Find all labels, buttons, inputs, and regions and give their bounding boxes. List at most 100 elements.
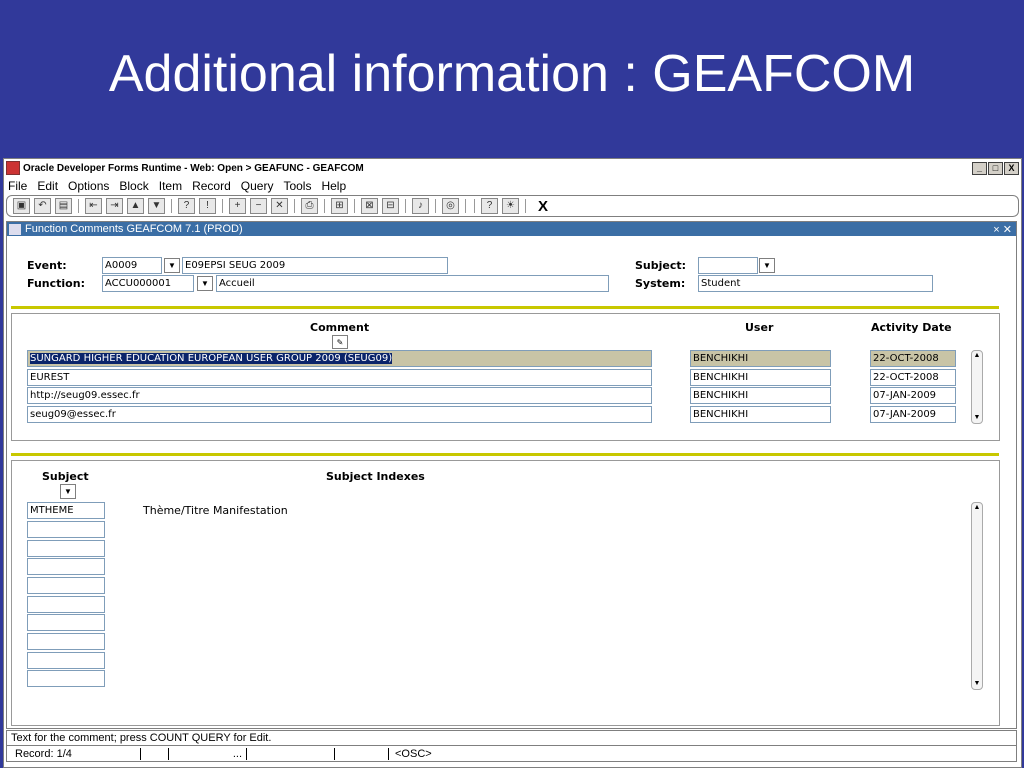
save-icon[interactable]: ▣ <box>13 198 30 214</box>
menu-block[interactable]: Block <box>119 179 148 193</box>
subject-lov-icon[interactable]: ▼ <box>60 484 76 499</box>
event-lov-icon[interactable]: ▼ <box>164 258 180 273</box>
subjects-scrollbar[interactable]: ▲ ▼ <box>971 502 983 690</box>
system-field[interactable]: Student <box>698 275 933 292</box>
subject-field[interactable] <box>698 257 758 274</box>
form-icon <box>9 223 21 235</box>
comment-field[interactable]: SUNGARD HIGHER EDUCATION EUROPEAN USER G… <box>27 350 652 367</box>
comment-field[interactable]: EUREST <box>27 369 652 386</box>
scroll-up-icon[interactable]: ▲ <box>972 351 982 361</box>
section-divider <box>11 306 999 309</box>
scroll-down-icon[interactable]: ▼ <box>972 413 982 423</box>
globe-icon[interactable]: ◎ <box>442 198 459 214</box>
oracle-app-icon <box>6 161 20 175</box>
comments-block: Comment ✎ User Activity Date SUNGARD HIG… <box>11 313 1000 441</box>
subject-code-field[interactable] <box>27 558 105 575</box>
subject-label: Subject: <box>635 259 687 272</box>
form-titlebar: Function Comments GEAFCOM 7.1 (PROD) × ✕ <box>7 222 1016 236</box>
subject-lov-icon[interactable]: ▼ <box>759 258 775 273</box>
document-icon[interactable]: ⊟ <box>382 198 399 214</box>
function-lov-icon[interactable]: ▼ <box>197 276 213 291</box>
execute-query-icon[interactable]: ! <box>199 198 216 214</box>
activity-date-field[interactable]: 07-JAN-2009 <box>870 406 956 423</box>
menu-query[interactable]: Query <box>241 179 274 193</box>
next-block-icon[interactable]: ⇥ <box>106 198 123 214</box>
exit-x-icon[interactable]: X <box>538 198 548 215</box>
comment-field[interactable]: seug09@essec.fr <box>27 406 652 423</box>
status-hint-text: Text for the comment; press COUNT QUERY … <box>11 732 272 744</box>
maximize-button[interactable]: □ <box>988 161 1003 175</box>
menu-record[interactable]: Record <box>192 179 231 193</box>
menu-tools[interactable]: Tools <box>283 179 311 193</box>
sound-icon[interactable]: ♪ <box>412 198 429 214</box>
menu-help[interactable]: Help <box>321 179 346 193</box>
user-header: User <box>745 321 774 334</box>
activity-date-header: Activity Date <box>871 321 952 334</box>
menubar: File Edit Options Block Item Record Quer… <box>4 177 1021 195</box>
system-label: System: <box>635 277 686 290</box>
event-label: Event: <box>27 259 67 272</box>
enter-query-icon[interactable]: ? <box>178 198 195 214</box>
subject-code-field[interactable]: MTHEME <box>27 502 105 519</box>
function-code-field[interactable]: ACCU000001 <box>102 275 194 292</box>
lightbulb-icon[interactable]: ☀ <box>502 198 519 214</box>
form-title: Function Comments GEAFCOM 7.1 (PROD) <box>25 223 243 235</box>
help-icon[interactable]: ? <box>481 198 498 214</box>
rollback-icon[interactable]: ↶ <box>34 198 51 214</box>
activity-date-field[interactable]: 07-JAN-2009 <box>870 387 956 404</box>
close-button[interactable]: X <box>1004 161 1019 175</box>
scroll-up-icon[interactable]: ▲ <box>972 503 982 513</box>
comment-header: Comment <box>310 321 370 334</box>
event-description-field[interactable]: E09EPSI SEUG 2009 <box>182 257 448 274</box>
activity-date-field[interactable]: 22-OCT-2008 <box>870 369 956 386</box>
delete-record-icon[interactable]: ✕ <box>271 198 288 214</box>
subject-code-field[interactable] <box>27 540 105 557</box>
status-bar: Text for the comment; press COUNT QUERY … <box>6 730 1017 764</box>
attachment-icon[interactable]: ⊠ <box>361 198 378 214</box>
function-description-field[interactable]: Accueil <box>216 275 609 292</box>
minimize-button[interactable]: _ <box>972 161 987 175</box>
menu-item[interactable]: Item <box>159 179 182 193</box>
user-field[interactable]: BENCHIKHI <box>690 369 831 386</box>
previous-record-icon[interactable]: ▲ <box>127 198 144 214</box>
subject-index-text: Thème/Titre Manifestation <box>143 504 288 517</box>
status-ellipsis: ... <box>169 747 247 760</box>
menu-edit[interactable]: Edit <box>37 179 58 193</box>
remove-record-icon[interactable]: − <box>250 198 267 214</box>
form-close-icon[interactable]: × ✕ <box>993 223 1012 236</box>
function-comments-form: Function Comments GEAFCOM 7.1 (PROD) × ✕… <box>6 221 1017 729</box>
scroll-down-icon[interactable]: ▼ <box>972 679 982 689</box>
event-code-field[interactable]: A0009 <box>102 257 162 274</box>
comments-scrollbar[interactable]: ▲ ▼ <box>971 350 983 424</box>
comment-field[interactable]: http://seug09.essec.fr <box>27 387 652 404</box>
function-label: Function: <box>27 277 85 290</box>
print-icon[interactable]: ⎙ <box>301 198 318 214</box>
insert-record-icon[interactable]: + <box>229 198 246 214</box>
extract-icon[interactable]: ⊞ <box>331 198 348 214</box>
forms-window: Oracle Developer Forms Runtime - Web: Op… <box>3 158 1022 768</box>
window-titlebar: Oracle Developer Forms Runtime - Web: Op… <box>4 159 1021 177</box>
subject-code-field[interactable] <box>27 633 105 650</box>
user-field[interactable]: BENCHIKHI <box>690 350 831 367</box>
next-record-icon[interactable]: ▼ <box>148 198 165 214</box>
edit-pencil-icon[interactable]: ✎ <box>332 335 348 349</box>
user-field[interactable]: BENCHIKHI <box>690 406 831 423</box>
window-title: Oracle Developer Forms Runtime - Web: Op… <box>23 162 364 174</box>
record-count: Record: 1/4 <box>11 747 141 760</box>
slide-title: Additional information : GEAFCOM <box>108 45 916 103</box>
subject-code-field[interactable] <box>27 521 105 538</box>
menu-options[interactable]: Options <box>68 179 109 193</box>
subject-code-field[interactable] <box>27 652 105 669</box>
subject-code-field[interactable] <box>27 670 105 687</box>
menu-file[interactable]: File <box>8 179 27 193</box>
previous-block-icon[interactable]: ⇤ <box>85 198 102 214</box>
user-field[interactable]: BENCHIKHI <box>690 387 831 404</box>
subject-header: Subject <box>42 470 89 483</box>
section-divider <box>11 453 999 456</box>
exit-icon[interactable]: ▤ <box>55 198 72 214</box>
activity-date-field[interactable]: 22-OCT-2008 <box>870 350 956 367</box>
subject-code-field[interactable] <box>27 577 105 594</box>
subject-code-field[interactable] <box>27 596 105 613</box>
status-mode: <OSC> <box>395 747 432 760</box>
subject-code-field[interactable] <box>27 614 105 631</box>
